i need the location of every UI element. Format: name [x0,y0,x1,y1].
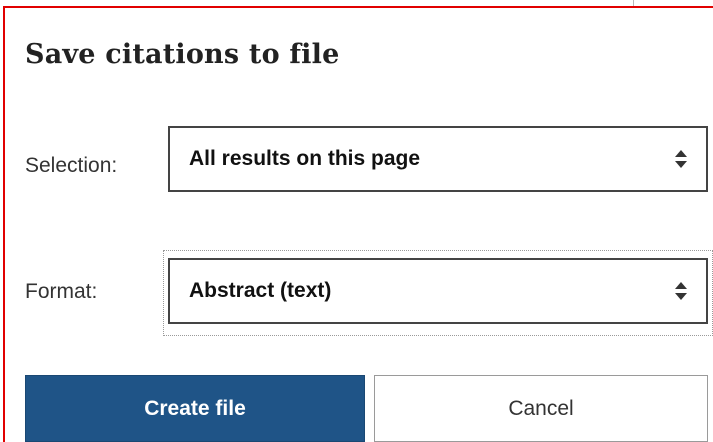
selection-label: Selection: [25,154,118,177]
selection-dropdown[interactable]: All results on this page [168,126,708,192]
sort-arrows-icon [675,282,687,300]
cancel-button[interactable]: Cancel [374,375,708,442]
format-dropdown[interactable]: Abstract (text) [168,258,708,324]
focus-border-top [3,6,713,8]
create-file-button[interactable]: Create file [25,375,365,442]
selection-value: All results on this page [189,147,421,170]
dialog-title: Save citations to file [25,39,340,70]
format-label: Format: [25,280,98,303]
sort-arrows-icon [675,150,687,168]
format-value: Abstract (text) [189,279,332,302]
save-citations-dialog: Save citations to file Selection: All re… [0,0,713,442]
focus-border-left [3,6,5,442]
